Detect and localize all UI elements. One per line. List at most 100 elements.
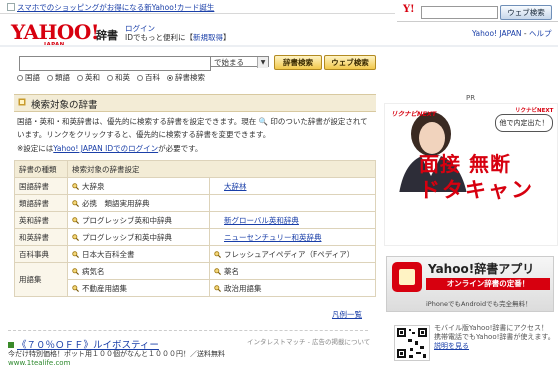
dictionary-cell[interactable]: 政治用語集 bbox=[209, 279, 376, 297]
legend-link[interactable]: 凡例一覧 bbox=[332, 310, 362, 319]
dictionary-name: 不動産用語集 bbox=[82, 283, 127, 293]
radio-option[interactable]: 国語 bbox=[17, 72, 40, 83]
radio-label: 辞書検索 bbox=[175, 73, 205, 82]
dictionary-name: プログレッシブ和英中辞典 bbox=[82, 232, 172, 242]
mobile-ad-link[interactable]: 説明を見る bbox=[434, 342, 469, 350]
row-category: 和英辞書 bbox=[14, 228, 68, 246]
magnifier-icon bbox=[72, 267, 79, 275]
radio-circle[interactable] bbox=[107, 74, 113, 81]
magnifier-icon bbox=[72, 233, 79, 241]
radio-circle[interactable] bbox=[167, 74, 173, 81]
banner-brand: リクナビNEXT bbox=[391, 110, 437, 118]
dictionary-cell[interactable]: 大辞林 bbox=[209, 177, 376, 195]
dictionary-cell[interactable]: 日本大百科全書 bbox=[67, 245, 210, 263]
dictionary-name: 大辞泉 bbox=[82, 181, 105, 191]
dictionary-cell[interactable]: プログレッシブ和英中辞典 bbox=[67, 228, 210, 246]
text-ad: 《７０％ＯＦＦ》ルイボスティー 今だけ特別価格！ポット用１００個がなんと１０００… bbox=[8, 330, 370, 368]
ad-url[interactable]: www.1tealife.com bbox=[8, 359, 70, 367]
app-sub: iPhoneでもAndroidでも完全無料！ bbox=[426, 300, 532, 308]
table-row: 英和辞書 プログレッシブ英和中辞典 新グローバル英和辞典 bbox=[14, 211, 376, 229]
mobile-ad-text: モバイル版Yahoo!辞書にアクセス！ 携帯電話でもYahoo!辞書が使えます。… bbox=[434, 324, 556, 351]
header-links: Yahoo! JAPAN - ヘルプ bbox=[472, 29, 552, 38]
radio-option[interactable]: 和英 bbox=[107, 72, 130, 83]
match-select[interactable]: で始まる ▼ bbox=[210, 56, 269, 68]
header-divider bbox=[0, 45, 558, 47]
speech-bubble: 他で内定出た！ bbox=[495, 114, 553, 132]
web-search-button[interactable]: ウェブ検索 bbox=[324, 55, 376, 70]
dictionary-name: 日本大百科全書 bbox=[82, 249, 135, 259]
dictionary-cell[interactable]: プログレッシブ英和中辞典 bbox=[67, 211, 210, 229]
ad-info-link[interactable]: インタレストマッチ - 広告の掲載について bbox=[247, 336, 370, 346]
dictionary-cell[interactable]: 病気名 bbox=[67, 262, 210, 280]
table-row: 和英辞書 プログレッシブ和英中辞典 ニューセンチュリー和英辞典 bbox=[14, 228, 376, 246]
search-input[interactable] bbox=[19, 56, 211, 71]
help-link[interactable]: ヘルプ bbox=[529, 29, 552, 38]
radio-label: 国語 bbox=[25, 73, 40, 82]
radio-label: 英和 bbox=[85, 73, 100, 82]
note-login-link[interactable]: Yahoo! JAPAN IDでのログイン bbox=[53, 144, 158, 153]
radio-circle[interactable] bbox=[137, 74, 143, 81]
login-note: ※設定にはYahoo! JAPAN IDでのログインが必要です。 bbox=[17, 143, 202, 154]
dictionary-radio-group: 国語 類語 英和 和英 百科 辞書検索 bbox=[17, 72, 205, 83]
radio-option[interactable]: 百科 bbox=[137, 72, 160, 83]
dictionary-cell[interactable]: ニューセンチュリー和英辞典 bbox=[209, 228, 376, 246]
dictionary-cell[interactable]: 新グローバル英和辞典 bbox=[209, 211, 376, 229]
ad-description: 今だけ特別価格！ポット用１００個がなんと１０００円！／送料無料 bbox=[8, 350, 225, 358]
table-row: 不動産用語集 政治用語集 bbox=[15, 279, 376, 297]
row-category: 国語辞書 bbox=[14, 177, 68, 195]
chevron-down-icon: ▼ bbox=[257, 57, 268, 68]
radio-label: 類語 bbox=[55, 73, 70, 82]
book-icon bbox=[18, 98, 26, 106]
section-title: 検索対象の辞書 bbox=[31, 100, 98, 111]
qr-code-icon bbox=[394, 325, 430, 361]
promo-link[interactable]: スマホでのショッピングがお得になる新Yahoo!カード誕生 bbox=[17, 2, 214, 13]
dictionary-app-banner[interactable]: Yahoo!辞書アプリ オンライン辞書の定番！ iPhoneでもAndroidで… bbox=[384, 254, 556, 314]
dictionary-cell[interactable]: フレッシュアイペディア（Fペディア） bbox=[209, 245, 376, 263]
table-row: 用語集 病気名 薬名 bbox=[14, 262, 376, 297]
search-bar: で始まる ▼ 辞書検索 ウェブ検索 bbox=[14, 53, 376, 71]
dictionary-name: ニューセンチュリー和英辞典 bbox=[224, 232, 322, 242]
section-header: 検索対象の辞書 bbox=[14, 94, 376, 112]
row-category: 類語辞書 bbox=[14, 194, 68, 212]
dictionary-cell bbox=[209, 194, 376, 212]
mobile-ad: モバイル版Yahoo!辞書にアクセス！ 携帯電話でもYahoo!辞書が使えます。… bbox=[394, 320, 556, 367]
radio-circle[interactable] bbox=[47, 74, 53, 81]
side-search-box: Y! ウェブ検索 bbox=[397, 0, 558, 22]
yahoo-japan-link[interactable]: Yahoo! JAPAN bbox=[472, 29, 521, 38]
ad-marker-icon bbox=[8, 342, 14, 348]
row-category: 百科事典 bbox=[14, 245, 68, 263]
magnifier-icon bbox=[214, 267, 221, 275]
dictionary-cell[interactable]: 薬名 bbox=[209, 262, 376, 280]
logo-word: YAHOO! bbox=[11, 20, 100, 44]
dictionary-cell[interactable]: 必携 類語実用辞典 bbox=[67, 194, 210, 212]
note-prefix: ※設定には bbox=[17, 144, 54, 153]
dictionary-table: 辞書の種類 検索対象の辞書設定 国語辞書 大辞泉 大辞林 類語辞書 必携 類語実用辞典英… bbox=[14, 160, 376, 297]
dictionary-name: 薬名 bbox=[224, 266, 239, 276]
radio-option[interactable]: 英和 bbox=[77, 72, 100, 83]
dictionary-name: 病気名 bbox=[82, 266, 105, 276]
table-header-setting: 検索対象の辞書設定 bbox=[67, 160, 376, 178]
dictionary-name: フレッシュアイペディア（Fペディア） bbox=[224, 249, 355, 259]
magnifier-icon bbox=[214, 250, 221, 258]
section-description: 国語・英和・和英辞書は、優先的に検索する辞書を設定できます。現在 🔍 印のついた… bbox=[17, 117, 368, 139]
radio-option[interactable]: 辞書検索 bbox=[167, 72, 205, 83]
card-icon bbox=[7, 3, 15, 11]
dictionary-cell[interactable]: 不動産用語集 bbox=[67, 279, 210, 297]
radio-option[interactable]: 類語 bbox=[47, 72, 70, 83]
row-category: 英和辞書 bbox=[14, 211, 68, 229]
radio-circle[interactable] bbox=[17, 74, 23, 81]
rikunabi-banner[interactable]: リクナビNEXT リクナビNEXT 他で内定出た！ 面接 無断 ドタキャン bbox=[384, 103, 558, 246]
table-row: 百科事典 日本大百科全書 フレッシュアイペディア（Fペディア） bbox=[14, 245, 376, 263]
dictionary-cell[interactable]: 大辞泉 bbox=[67, 177, 210, 195]
radio-circle[interactable] bbox=[77, 74, 83, 81]
banner-line1: 面接 無断 bbox=[419, 152, 511, 176]
login-text: IDでもっと便利に【新規取得】 bbox=[125, 33, 231, 42]
dict-search-button[interactable]: 辞書検索 bbox=[274, 55, 322, 70]
register-link[interactable]: 新規取得 bbox=[193, 33, 223, 42]
radio-label: 百科 bbox=[145, 73, 160, 82]
magnifier-icon bbox=[72, 182, 79, 190]
side-search-input[interactable] bbox=[421, 6, 498, 19]
side-web-search-button[interactable]: ウェブ検索 bbox=[500, 5, 552, 20]
app-ribbon: オンライン辞書の定番！ bbox=[426, 278, 550, 290]
app-title: Yahoo!辞書アプリ bbox=[428, 262, 535, 276]
